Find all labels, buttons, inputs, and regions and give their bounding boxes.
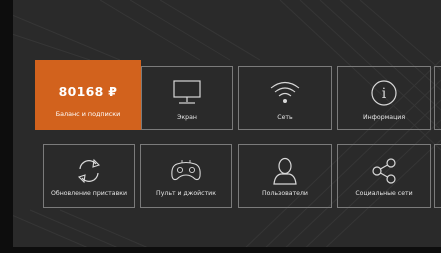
refresh-icon (44, 154, 134, 188)
info-tile[interactable]: i Информация (337, 66, 431, 130)
update-tile[interactable]: Обновление приставки (43, 144, 135, 208)
info-icon: i (338, 76, 430, 110)
monitor-icon (142, 76, 232, 110)
remote-label: Пульт и джойстик (156, 190, 216, 197)
balance-tile[interactable]: 80168 ₽ Баланс и подписки (35, 60, 141, 130)
social-tile[interactable]: Социальные сети (337, 144, 431, 208)
bottom-edge-bar (0, 247, 441, 253)
info-label: Информация (362, 114, 406, 121)
users-tile[interactable]: Пользователи (238, 144, 332, 208)
update-label: Обновление приставки (51, 190, 127, 197)
settings-screen: 80168 ₽ Баланс и подписки Экран Сеть i И… (0, 0, 441, 253)
network-tile[interactable]: Сеть (238, 66, 332, 130)
screen-tile[interactable]: Экран (141, 66, 233, 130)
partial-tile-right[interactable] (434, 66, 441, 130)
share-icon (338, 154, 430, 188)
gamepad-icon (141, 154, 231, 188)
screen-label: Экран (177, 114, 197, 121)
balance-label: Баланс и подписки (55, 110, 121, 118)
balance-amount: 80168 ₽ (58, 84, 118, 99)
left-edge-bar (0, 0, 13, 253)
social-label: Социальные сети (355, 190, 413, 197)
partial-tile-right-2[interactable] (434, 144, 441, 208)
svg-text:i: i (382, 86, 387, 102)
users-label: Пользователи (262, 190, 308, 197)
wifi-icon (239, 76, 331, 110)
network-label: Сеть (277, 114, 293, 121)
remote-tile[interactable]: Пульт и джойстик (140, 144, 232, 208)
user-icon (239, 154, 331, 188)
